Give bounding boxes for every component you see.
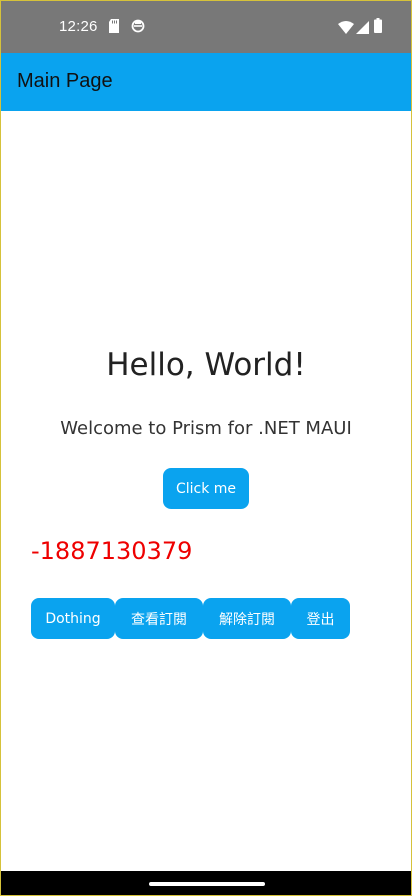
signal-icon (356, 19, 369, 38)
navigation-bar (1, 871, 411, 895)
counter-value: -1887130379 (31, 537, 193, 565)
battery-icon (374, 18, 382, 37)
main-content: Hello, World! Welcome to Prism for .NET … (1, 111, 411, 871)
wifi-icon (338, 19, 354, 38)
sync-icon (131, 18, 145, 37)
hello-heading: Hello, World! (106, 347, 306, 383)
unsubscribe-button[interactable]: 解除訂閱 (203, 598, 291, 639)
status-time: 12:26 (59, 18, 98, 35)
status-bar: 12:26 (1, 1, 411, 53)
view-subscription-button[interactable]: 查看訂閱 (115, 598, 203, 639)
sd-card-icon (108, 18, 120, 37)
home-gesture-handle[interactable] (149, 882, 265, 886)
dothing-button[interactable]: Dothing (31, 598, 115, 639)
device-screen: 12:26 Main Page Hello, World! Welcome to… (0, 0, 412, 896)
page-title: Main Page (17, 70, 113, 92)
click-me-button[interactable]: Click me (163, 468, 249, 509)
logout-button[interactable]: 登出 (291, 598, 350, 639)
app-bar: Main Page (1, 53, 411, 111)
welcome-text: Welcome to Prism for .NET MAUI (60, 418, 352, 439)
